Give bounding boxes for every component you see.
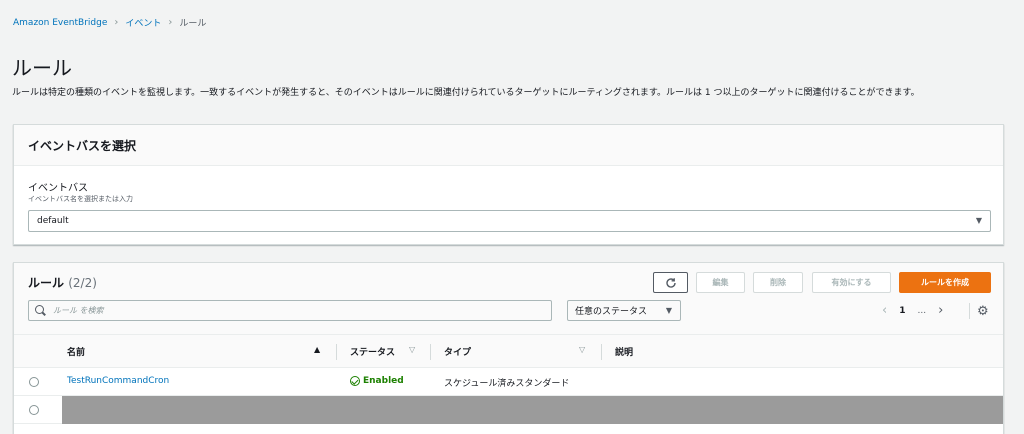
create-rule-button[interactable]: ルールを作成 bbox=[899, 272, 991, 293]
table-header: 名前 ▲ ステータス ▽ タイプ ▽ 説明 bbox=[14, 335, 1003, 368]
rule-name-link[interactable]: TestRunCommandCron bbox=[67, 376, 169, 386]
status-badge: Enabled bbox=[350, 376, 404, 386]
delete-button[interactable]: 削除 bbox=[753, 272, 803, 293]
pager-divider bbox=[969, 303, 970, 319]
event-bus-label: イベントバス bbox=[28, 183, 88, 194]
status-filter-value: 任意のステータス bbox=[575, 307, 648, 317]
caret-down-icon: ▼ bbox=[975, 216, 982, 225]
row-radio[interactable] bbox=[29, 405, 39, 415]
event-bus-select[interactable]: default ▼ bbox=[28, 210, 991, 232]
rules-title: ルール (2/2) bbox=[28, 274, 97, 291]
chevron-right-icon: › bbox=[168, 17, 173, 28]
sort-icon[interactable]: ▽ bbox=[409, 345, 415, 354]
chevron-left-icon[interactable]: ‹ bbox=[882, 303, 887, 318]
column-name[interactable]: 名前 bbox=[67, 345, 85, 358]
rules-panel: ルール (2/2) 編集 削除 有効にする ルールを作成 ルール を検索 任意の… bbox=[13, 262, 1004, 434]
event-bus-panel: イベントバスを選択 イベントバス イベントバス名を選択または入力 default… bbox=[13, 124, 1004, 245]
event-bus-panel-header: イベントバスを選択 bbox=[14, 125, 1003, 166]
sort-icon[interactable]: ▽ bbox=[579, 345, 585, 354]
rule-search-placeholder: ルール を検索 bbox=[53, 306, 104, 315]
settings-gear-icon[interactable]: ⚙ bbox=[977, 304, 989, 319]
rule-search-input[interactable]: ルール を検索 bbox=[28, 300, 552, 321]
rule-type: スケジュール済みスタンダード bbox=[444, 379, 570, 389]
chevron-right-icon: › bbox=[114, 17, 119, 28]
page-title: ルール bbox=[12, 56, 72, 80]
breadcrumb-eventbridge[interactable]: Amazon EventBridge bbox=[13, 18, 107, 28]
chevron-right-icon[interactable]: › bbox=[938, 303, 943, 318]
status-text: Enabled bbox=[363, 376, 404, 386]
event-bus-hint: イベントバス名を選択または入力 bbox=[28, 195, 133, 203]
rules-title-text: ルール bbox=[28, 276, 65, 290]
breadcrumb-events[interactable]: イベント bbox=[125, 16, 161, 29]
refresh-icon bbox=[665, 277, 676, 288]
column-divider bbox=[601, 344, 602, 360]
column-divider bbox=[430, 344, 431, 360]
page-number[interactable]: 1 bbox=[899, 306, 905, 316]
column-divider bbox=[336, 344, 337, 360]
event-bus-select-value: default bbox=[37, 216, 69, 226]
column-description: 説明 bbox=[615, 348, 634, 358]
check-circle-icon bbox=[350, 376, 360, 386]
column-type[interactable]: タイプ bbox=[444, 345, 471, 358]
row-radio[interactable] bbox=[29, 377, 39, 387]
redacted-row-content bbox=[62, 396, 1003, 424]
rules-panel-header: ルール (2/2) 編集 削除 有効にする ルールを作成 ルール を検索 任意の… bbox=[14, 263, 1003, 335]
breadcrumb-rules: ルール bbox=[179, 19, 207, 29]
sort-ascending-icon[interactable]: ▲ bbox=[314, 345, 320, 354]
edit-button[interactable]: 編集 bbox=[696, 272, 745, 293]
caret-down-icon: ▼ bbox=[665, 306, 672, 315]
refresh-button[interactable] bbox=[653, 272, 688, 293]
enable-button[interactable]: 有効にする bbox=[812, 272, 891, 293]
search-icon bbox=[35, 304, 47, 317]
page-ellipsis: ... bbox=[917, 305, 927, 316]
table-row[interactable] bbox=[14, 396, 1003, 424]
table-row[interactable]: TestRunCommandCron Enabled スケジュール済みスタンダー… bbox=[14, 368, 1003, 396]
breadcrumb: Amazon EventBridge › イベント › ルール bbox=[13, 16, 206, 29]
status-filter-select[interactable]: 任意のステータス ▼ bbox=[567, 300, 681, 321]
pagination: ‹ 1 ... › bbox=[882, 303, 943, 318]
page-description: ルールは特定の種類のイベントを監視します。一致するイベントが発生すると、そのイベ… bbox=[12, 88, 920, 98]
rules-count: (2/2) bbox=[68, 276, 97, 290]
column-status[interactable]: ステータス bbox=[350, 345, 395, 358]
